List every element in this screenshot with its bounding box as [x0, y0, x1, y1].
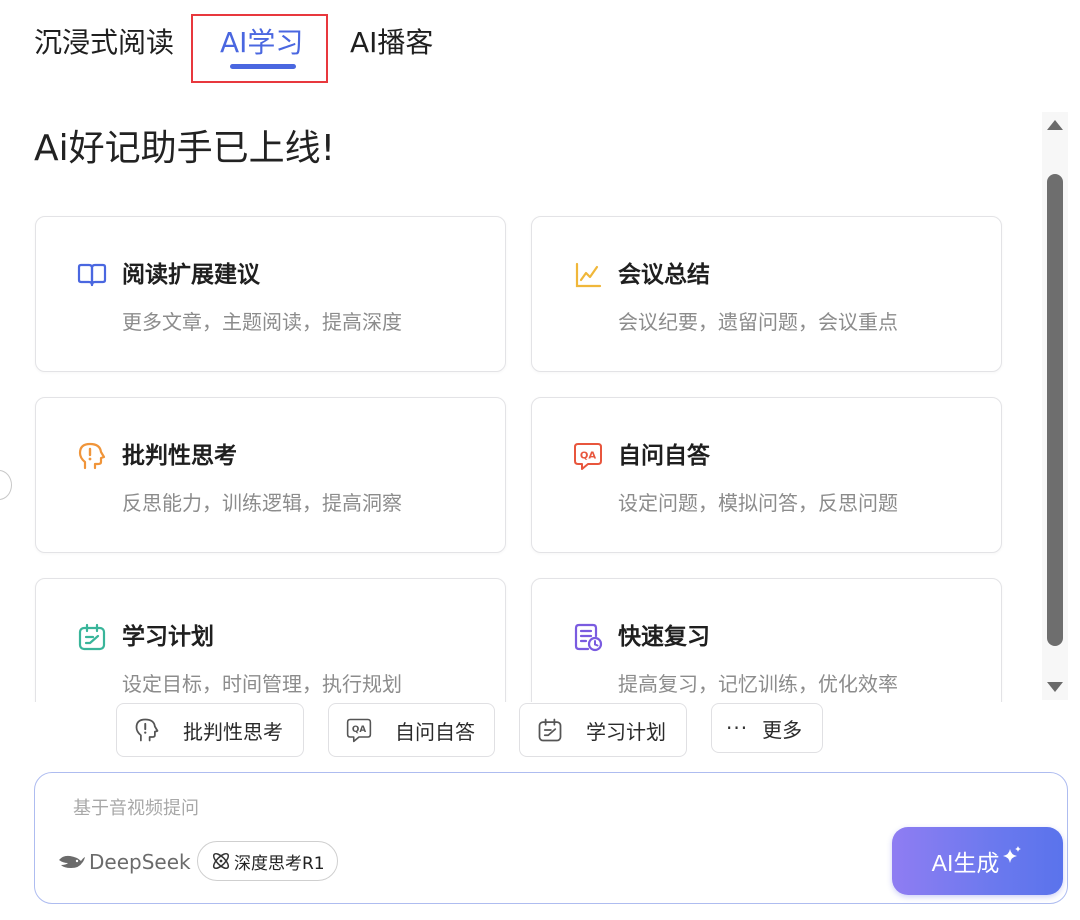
- book-icon: [77, 263, 107, 287]
- chip-more[interactable]: ··· 更多: [711, 703, 823, 753]
- card-meeting-summary[interactable]: 会议总结 会议纪要，遗留问题，会议重点: [531, 216, 1002, 372]
- chip-label: 批判性思考: [183, 719, 283, 744]
- quick-action-chips: 批判性思考 QA 自问自答 学习计划 ··· 更多: [0, 700, 1080, 760]
- ai-generate-button[interactable]: AI生成: [892, 827, 1063, 895]
- review-doc-icon: [574, 623, 603, 652]
- chip-label: 自问自答: [395, 719, 475, 744]
- svg-text:QA: QA: [580, 451, 597, 462]
- card-title: 学习计划: [122, 624, 214, 650]
- vertical-scrollbar[interactable]: [1042, 112, 1068, 700]
- card-title: 自问自答: [618, 443, 710, 469]
- card-self-qa[interactable]: QA 自问自答 设定问题，模拟问答，反思问题: [531, 397, 1002, 553]
- qa-bubble-icon: QA: [574, 443, 602, 470]
- sparkle-icon: [1003, 846, 1022, 863]
- card-description: 设定目标，时间管理，执行规划: [122, 672, 402, 696]
- scroll-down-arrow-icon[interactable]: [1047, 682, 1063, 692]
- question-input-panel: DeepSeek 深度思考R1 AI生成: [34, 772, 1068, 904]
- card-title: 快速复习: [618, 624, 710, 650]
- card-quick-review[interactable]: 快速复习 提高复习，记忆训练，优化效率: [531, 578, 1002, 702]
- model-brand: DeepSeek: [57, 847, 191, 877]
- card-description: 设定问题，模拟问答，反思问题: [618, 491, 898, 515]
- scroll-thumb[interactable]: [1047, 174, 1063, 646]
- model-name: DeepSeek: [89, 850, 191, 874]
- more-dots-icon: ···: [726, 716, 749, 740]
- page-title: Ai好记助手已上线!: [34, 128, 336, 169]
- card-reading-suggestions[interactable]: 阅读扩展建议 更多文章，主题阅读，提高深度: [35, 216, 506, 372]
- active-tab-indicator: [230, 64, 296, 69]
- tab-bar: 沉浸式阅读 AI学习 AI播客: [0, 0, 1080, 90]
- trend-chart-icon: [575, 262, 602, 288]
- generate-label: AI生成: [931, 850, 1000, 876]
- tab-ai-podcast[interactable]: AI播客: [350, 22, 433, 64]
- card-title: 批判性思考: [122, 443, 237, 469]
- deepseek-whale-icon: [59, 855, 85, 868]
- deep-think-toggle[interactable]: 深度思考R1: [197, 841, 338, 881]
- feature-cards-list: 阅读扩展建议 更多文章，主题阅读，提高深度 会议总结 会议纪要，遗留问题，会议重…: [0, 200, 1040, 702]
- deep-think-label: 深度思考R1: [234, 853, 325, 874]
- atom-icon: [212, 852, 230, 870]
- qa-bubble-icon: QA: [346, 718, 372, 743]
- card-title: 阅读扩展建议: [122, 262, 260, 288]
- head-thinking-icon: [135, 718, 159, 742]
- chip-study-plan[interactable]: 学习计划: [519, 703, 687, 757]
- card-description: 反思能力，训练逻辑，提高洞察: [122, 491, 402, 515]
- tab-highlight-box: [191, 14, 328, 83]
- tab-immersive-reading[interactable]: 沉浸式阅读: [34, 22, 174, 64]
- card-description: 更多文章，主题阅读，提高深度: [122, 310, 402, 334]
- card-description: 会议纪要，遗留问题，会议重点: [618, 310, 898, 334]
- card-description: 提高复习，记忆训练，优化效率: [618, 672, 898, 696]
- card-study-plan[interactable]: 学习计划 设定目标，时间管理，执行规划: [35, 578, 506, 702]
- calendar-plan-icon: [538, 718, 562, 742]
- svg-text:QA: QA: [352, 725, 366, 735]
- chip-label: 学习计划: [586, 719, 666, 744]
- chip-label: 更多: [762, 717, 803, 742]
- question-input[interactable]: [73, 793, 773, 823]
- card-critical-thinking[interactable]: 批判性思考 反思能力，训练逻辑，提高洞察: [35, 397, 506, 553]
- chip-critical-thinking[interactable]: 批判性思考: [116, 703, 304, 757]
- head-thinking-icon: [78, 442, 106, 470]
- card-title: 会议总结: [618, 262, 710, 288]
- chip-self-qa[interactable]: QA 自问自答: [328, 703, 495, 757]
- scroll-up-arrow-icon[interactable]: [1047, 120, 1063, 130]
- calendar-plan-icon: [78, 623, 106, 651]
